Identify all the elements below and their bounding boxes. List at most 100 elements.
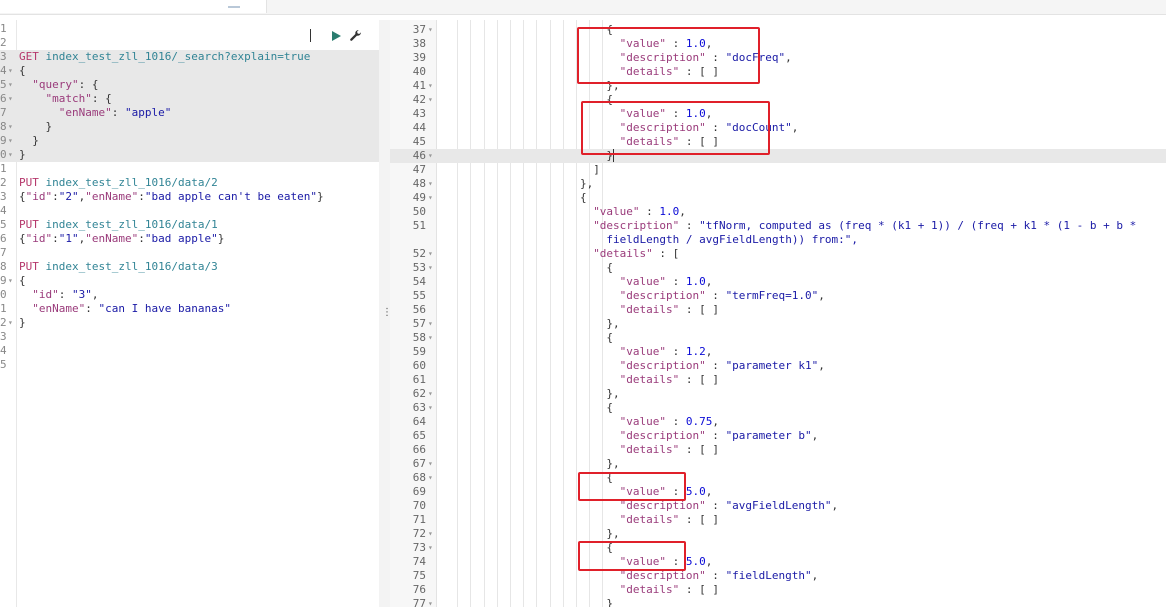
- code-line: 39 "description" : "docFreq",: [390, 51, 1166, 65]
- code-line: 5: [0, 358, 379, 372]
- response-cursor: [613, 149, 614, 162]
- fold-toggle-icon[interactable]: ▾: [8, 78, 13, 92]
- fold-toggle-icon[interactable]: ▾: [428, 261, 433, 275]
- fold-toggle-icon[interactable]: ▾: [428, 79, 433, 93]
- code-token: {: [606, 331, 614, 344]
- line-number: 75: [412, 569, 426, 582]
- code-token: :: [705, 569, 726, 582]
- fold-toggle-icon[interactable]: ▾: [428, 527, 433, 541]
- line-number: 4: [0, 64, 7, 77]
- line-number: 46: [412, 149, 426, 162]
- code-text: ]: [593, 163, 600, 177]
- code-token: : [ ]: [679, 583, 719, 596]
- code-token: "description": [619, 121, 706, 134]
- code-token: "fieldLength": [725, 569, 812, 582]
- line-number: 41: [412, 79, 426, 92]
- code-token: {: [606, 261, 614, 274]
- line-number: 4: [0, 204, 7, 217]
- fold-toggle-icon[interactable]: ▾: [8, 134, 13, 148]
- line-number: 69: [412, 485, 426, 498]
- fold-toggle-icon[interactable]: ▾: [428, 317, 433, 331]
- line-number: 59: [412, 345, 426, 358]
- play-icon[interactable]: [332, 31, 341, 41]
- code-token: 0.75: [685, 415, 713, 428]
- line-number: 8: [0, 120, 7, 133]
- code-token: "description": [593, 219, 680, 232]
- code-token: ,: [705, 107, 713, 120]
- wrench-icon[interactable]: [349, 29, 362, 42]
- line-number: 0: [0, 148, 7, 161]
- fold-toggle-icon[interactable]: ▾: [428, 247, 433, 261]
- code-token: PUT: [19, 176, 39, 189]
- fold-toggle-icon[interactable]: ▾: [8, 274, 13, 288]
- code-line: 66 "details" : [ ]: [390, 443, 1166, 457]
- line-number: 50: [412, 205, 426, 218]
- response-viewer[interactable]: 37 ▾{38 "value" : 1.0, 39 "description" : "d…: [390, 20, 1166, 607]
- code-text: },: [606, 527, 619, 541]
- pane-splitter[interactable]: ⋮: [379, 20, 392, 607]
- code-token: "value": [619, 37, 666, 50]
- code-text: "description" : "docFreq",: [620, 51, 792, 65]
- line-number: 3: [0, 330, 7, 343]
- code-text: "details" : [ ]: [620, 443, 719, 457]
- line-number: 55: [412, 289, 426, 302]
- code-text: {: [19, 274, 26, 288]
- fold-toggle-icon[interactable]: ▾: [428, 149, 433, 163]
- request-editor[interactable]: 1 2 3 GET index_test_zll_1016/_search?expla…: [0, 20, 379, 607]
- tab-console[interactable]: [0, 0, 267, 13]
- code-token: {: [606, 471, 614, 484]
- line-number: 77: [412, 597, 426, 607]
- code-line: 64 "value" : 0.75,: [390, 415, 1166, 429]
- code-token: : [ ]: [679, 443, 719, 456]
- fold-toggle-icon[interactable]: ▾: [428, 23, 433, 37]
- code-token: "description": [619, 499, 706, 512]
- code-token: {: [606, 93, 614, 106]
- code-line: 9 ▾ {: [0, 274, 379, 288]
- code-line: 37 ▾ {: [390, 23, 1166, 37]
- code-text: "value" : 1.0,: [620, 275, 713, 289]
- code-line: 46 ▾}: [390, 149, 1166, 163]
- fold-toggle-icon[interactable]: ▾: [428, 541, 433, 555]
- code-line: 49 ▾ {: [390, 191, 1166, 205]
- fold-toggle-icon[interactable]: ▾: [428, 177, 433, 191]
- code-text: "details" : [ ]: [620, 303, 719, 317]
- line-number: 53: [412, 261, 426, 274]
- fold-toggle-icon[interactable]: ▾: [428, 471, 433, 485]
- code-text: {: [606, 23, 613, 37]
- code-token: ,: [705, 37, 713, 50]
- code-token: 5.0: [685, 555, 706, 568]
- code-token: index_test_zll_1016/_search?explain=true: [45, 50, 311, 63]
- fold-toggle-icon[interactable]: ▾: [428, 401, 433, 415]
- code-token: :: [111, 106, 125, 119]
- fold-toggle-icon[interactable]: ▾: [428, 191, 433, 205]
- fold-toggle-icon[interactable]: ▾: [428, 457, 433, 471]
- code-token: "value": [619, 415, 666, 428]
- code-text: "details" : [: [593, 247, 679, 261]
- code-token: :: [679, 219, 700, 232]
- code-token: :: [665, 37, 686, 50]
- code-line: 1 "enName": "can I have bananas": [0, 302, 379, 316]
- fold-toggle-icon[interactable]: ▾: [428, 597, 433, 607]
- code-token: "docCount": [725, 121, 792, 134]
- fold-toggle-icon[interactable]: ▾: [428, 93, 433, 107]
- fold-toggle-icon[interactable]: ▾: [428, 331, 433, 345]
- fold-toggle-icon[interactable]: ▾: [8, 92, 13, 106]
- code-token: :: [138, 232, 145, 245]
- code-token: "id": [25, 190, 53, 203]
- fold-toggle-icon[interactable]: ▾: [8, 64, 13, 78]
- fold-toggle-icon[interactable]: ▾: [8, 120, 13, 134]
- code-line: 41 ▾},: [390, 79, 1166, 93]
- code-line: 70 "description" : "avgFieldLength",: [390, 499, 1166, 513]
- code-token: 5.0: [685, 485, 706, 498]
- code-token: ,: [705, 275, 713, 288]
- line-number: 6: [0, 92, 7, 105]
- fold-toggle-icon[interactable]: ▾: [428, 387, 433, 401]
- fold-toggle-icon[interactable]: ▾: [8, 316, 13, 330]
- code-token: }: [19, 120, 53, 133]
- code-text: "enName": "can I have bananas": [19, 302, 231, 316]
- line-number: 1: [0, 162, 7, 175]
- code-line: 48 ▾},: [390, 177, 1166, 191]
- fold-toggle-icon[interactable]: ▾: [8, 148, 13, 162]
